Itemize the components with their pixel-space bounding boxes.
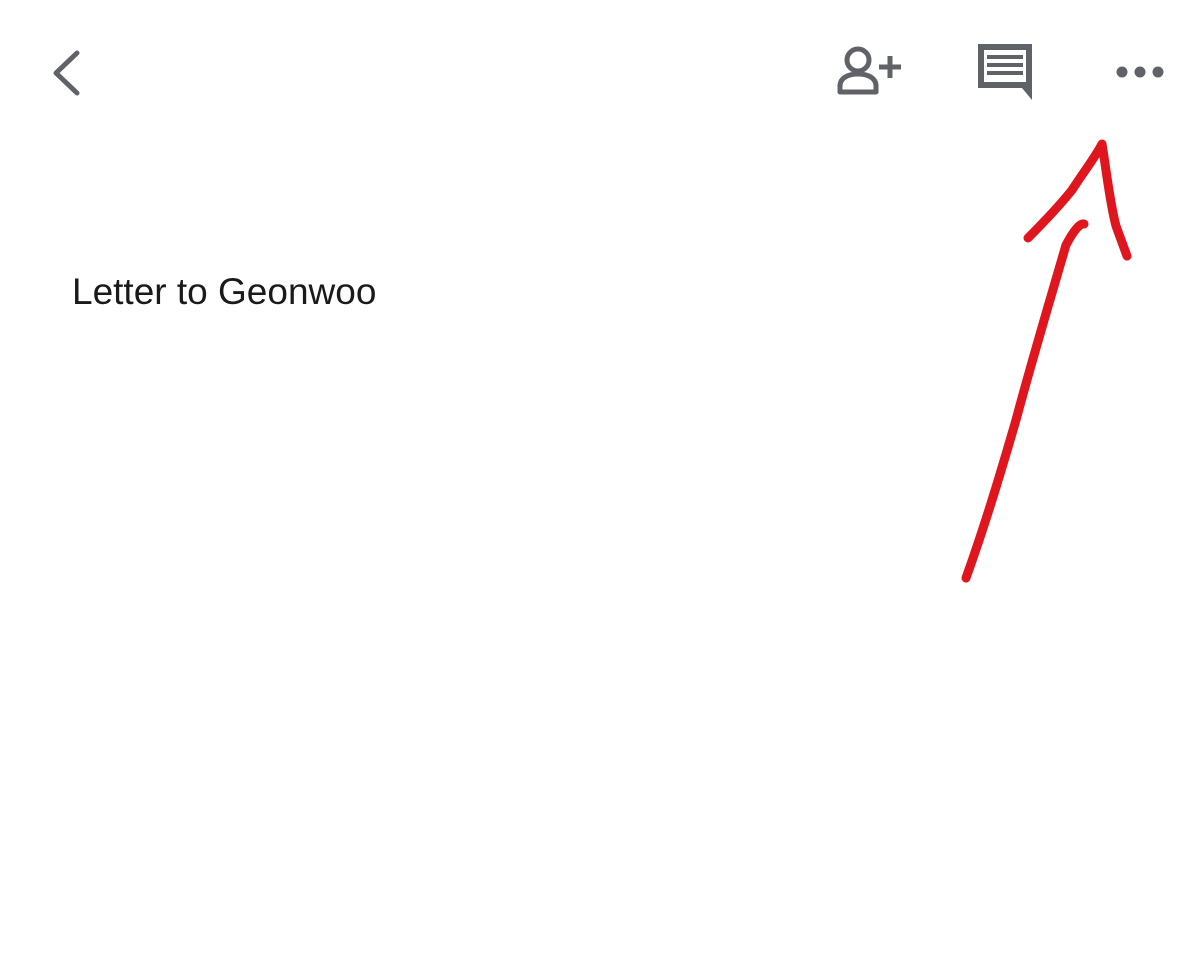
arrow-shaft	[961, 219, 1089, 583]
more-horizontal-icon	[1116, 66, 1164, 78]
arrow-head	[1023, 139, 1132, 261]
back-button[interactable]	[44, 44, 92, 102]
top-toolbar	[0, 0, 1200, 140]
more-options-button[interactable]	[1108, 56, 1172, 88]
hand-drawn-arrow-annotation	[961, 139, 1132, 583]
document-title[interactable]: Letter to Geonwoo	[72, 270, 376, 314]
comment-icon	[978, 44, 1032, 100]
person-add-icon	[837, 46, 901, 95]
chevron-left-icon	[53, 50, 80, 96]
share-button[interactable]	[832, 42, 908, 100]
comments-button[interactable]	[970, 38, 1040, 104]
